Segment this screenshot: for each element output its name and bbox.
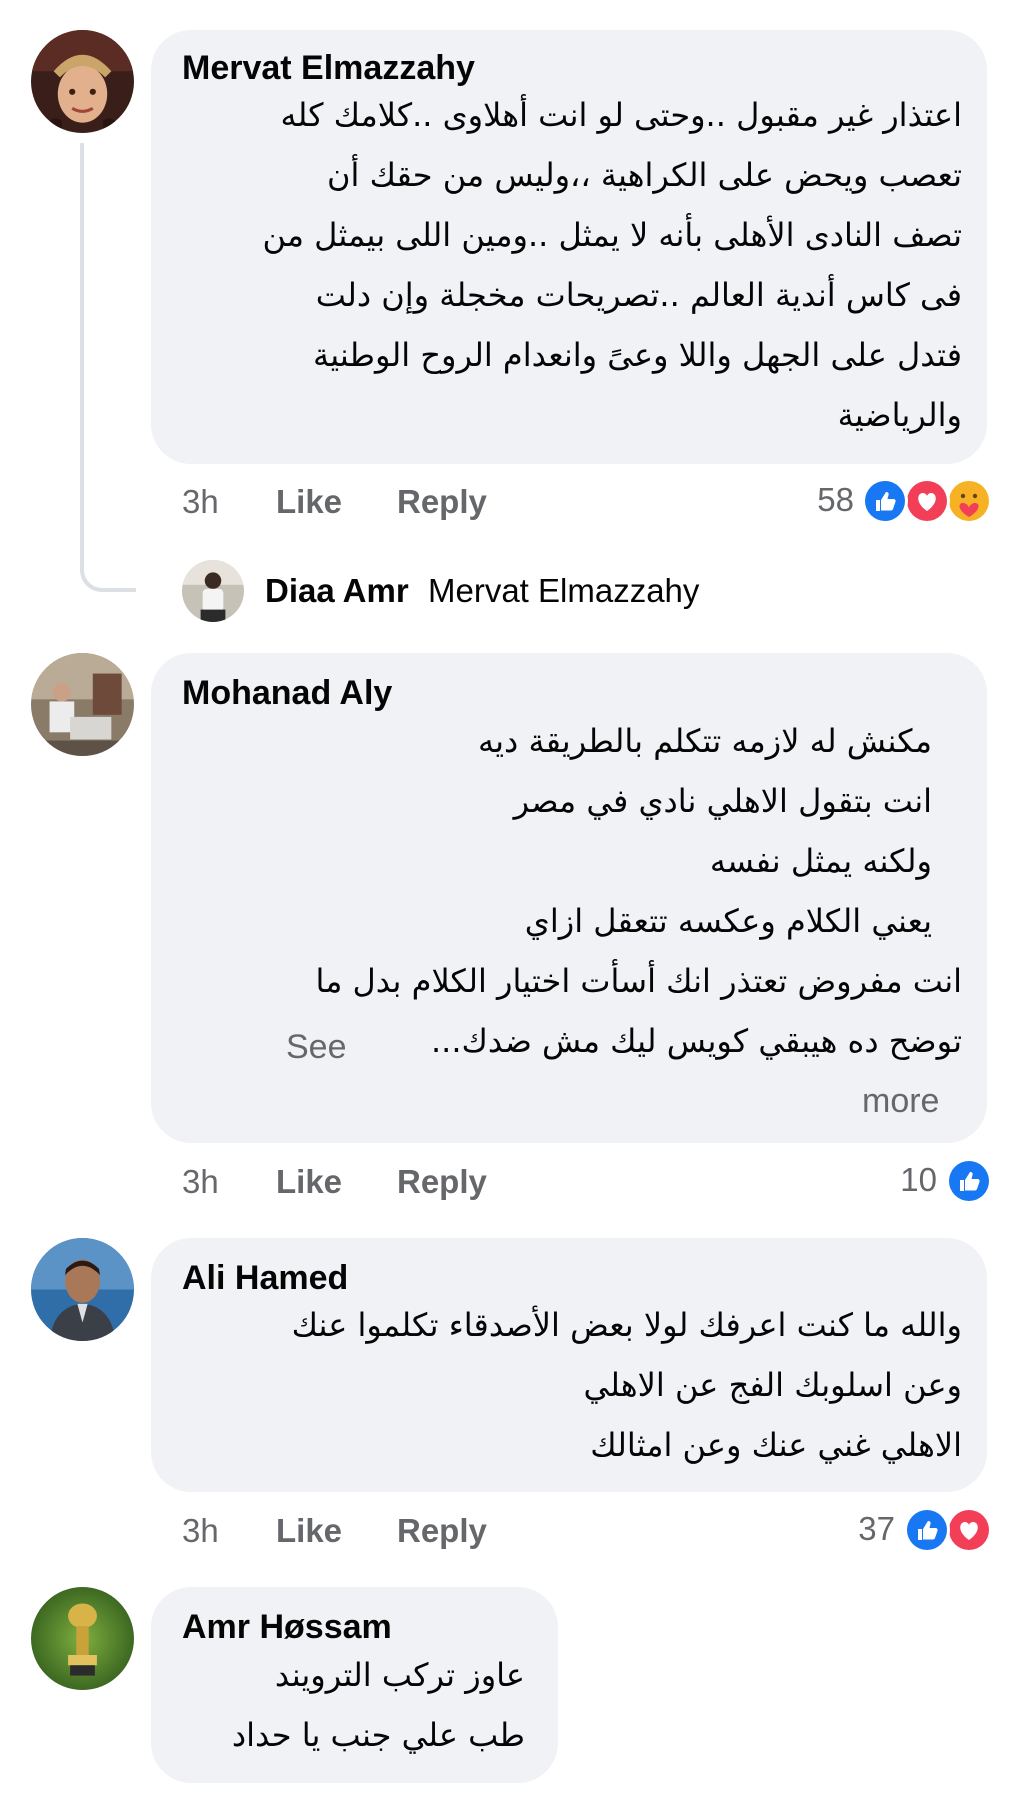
comment-text-line: تعصب ويحض على الكراهية ،،وليس من حقك أن (327, 156, 962, 194)
avatar[interactable] (31, 30, 134, 133)
comment-text-line: ولكنه يمثل نفسه (709, 842, 932, 880)
reaction-count[interactable]: 58 (817, 481, 854, 519)
avatar-image (31, 30, 134, 133)
avatar[interactable] (31, 653, 134, 756)
comment-text-line: والله ما كنت اعرفك لولا بعض الأصدقاء تكل… (291, 1306, 962, 1344)
like-icon[interactable] (904, 1507, 950, 1553)
comment-text-line: انت مفروض تعتذر انك أسأت اختيار الكلام ب… (315, 962, 962, 1000)
avatar-image (31, 653, 134, 756)
avatar[interactable] (31, 1238, 134, 1341)
comment-text-line: عاوز تركب الترويند (274, 1656, 525, 1694)
comment-author[interactable]: Mohanad Aly (182, 674, 392, 713)
reply-preview[interactable]: Mervat Elmazzahy (428, 572, 699, 610)
reply-button[interactable]: Reply (397, 483, 487, 521)
comment-author[interactable]: Amr Høssam (182, 1608, 392, 1647)
avatar[interactable] (182, 560, 244, 622)
like-icon[interactable] (862, 478, 908, 524)
thread-line (80, 143, 136, 592)
see-more-link[interactable]: See (286, 1028, 347, 1067)
reaction-count[interactable]: 37 (858, 1510, 895, 1548)
like-button[interactable]: Like (276, 483, 342, 521)
comment-text-line: والرياضية (837, 396, 962, 434)
love-icon[interactable] (946, 1507, 992, 1553)
comment-text-line: اعتذار غير مقبول ..وحتى لو انت أهلاوى ..… (280, 96, 963, 134)
comment-text-line: طب علي جنب يا حداد (231, 1716, 525, 1754)
like-icon[interactable] (946, 1158, 992, 1204)
reply-button[interactable]: Reply (397, 1512, 487, 1550)
see-more-link-continued[interactable]: more (862, 1082, 939, 1121)
comment-author[interactable]: Ali Hamed (182, 1259, 348, 1298)
avatar-image (31, 1238, 134, 1341)
reaction-count[interactable]: 10 (900, 1161, 937, 1199)
comment-text-line: فى كاس أندية العالم ..تصريحات مخجلة وإن … (315, 276, 962, 314)
love-icon[interactable] (904, 478, 950, 524)
comment-timestamp[interactable]: 3h (182, 483, 219, 521)
comment-text-line: مكنش له لازمه تتكلم بالطريقة ديه (477, 722, 932, 760)
care-icon[interactable] (946, 478, 992, 524)
avatar-image (31, 1587, 134, 1690)
comment-text-line: انت بتقول الاهلي نادي في مصر (513, 782, 932, 820)
comment-timestamp[interactable]: 3h (182, 1512, 219, 1550)
avatar[interactable] (31, 1587, 134, 1690)
like-button[interactable]: Like (276, 1163, 342, 1201)
comment-text-line: وعن اسلوبك الفج عن الاهلي (583, 1366, 962, 1404)
comment-text-line: تصف النادى الأهلى بأنه لا يمثل ..ومين ال… (262, 216, 962, 254)
comment-text-line: يعني الكلام وعكسه تتعقل ازاي (524, 902, 932, 940)
comment-timestamp[interactable]: 3h (182, 1163, 219, 1201)
comment-text-line: الاهلي غني عنك وعن امثالك (590, 1426, 962, 1464)
comment-author[interactable]: Mervat Elmazzahy (182, 49, 475, 88)
reply-author[interactable]: Diaa Amr (265, 572, 409, 610)
comment-text-line: فتدل على الجهل واللا وعىً وانعدام الروح … (313, 336, 962, 374)
reply-button[interactable]: Reply (397, 1163, 487, 1201)
comment-text-line: توضح ده هيبقي كويس ليك مش ضدك... (431, 1022, 962, 1060)
avatar-image (182, 560, 244, 622)
like-button[interactable]: Like (276, 1512, 342, 1550)
